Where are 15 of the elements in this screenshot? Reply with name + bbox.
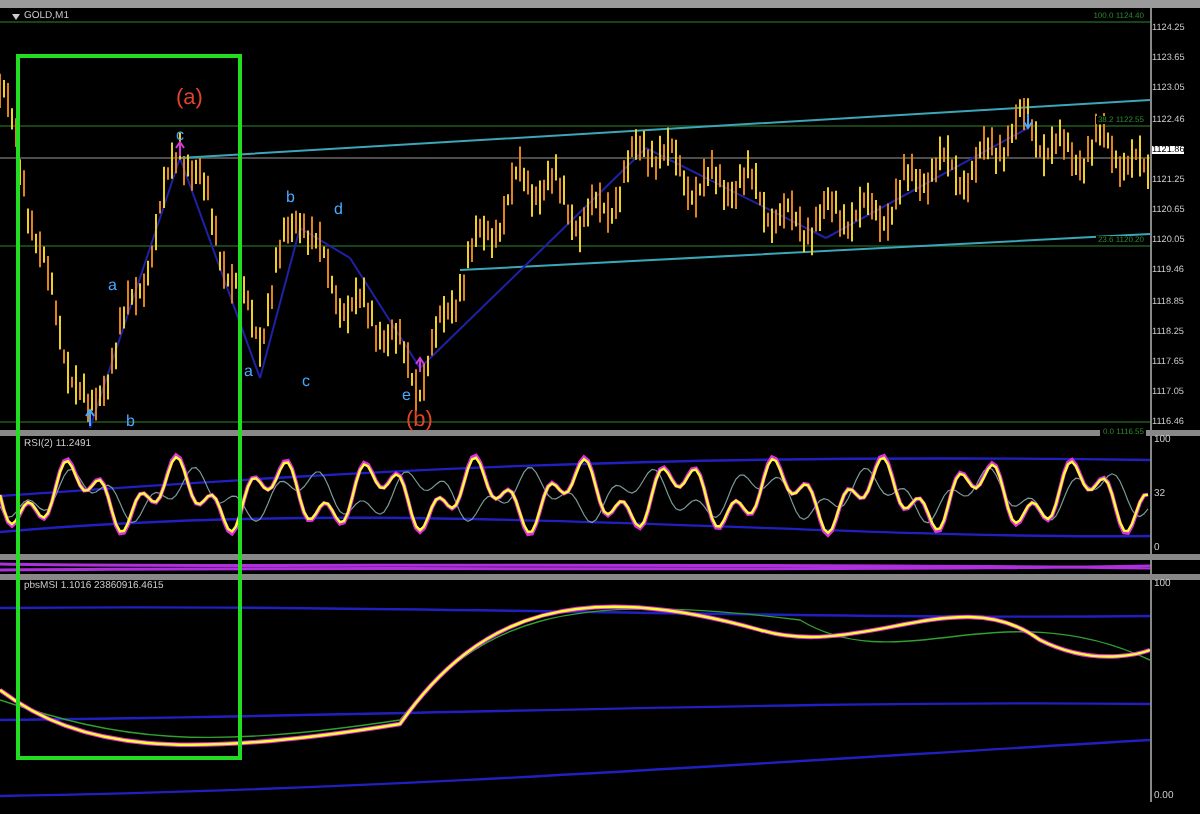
wave-label: c [176,128,184,144]
down-arrow-icon [1023,113,1033,130]
wave-label: (a) [176,88,203,110]
wave-label: (b) [406,410,433,432]
wave-label: b [126,414,135,430]
wave-label: a [108,278,117,294]
wave-label: b [286,190,295,206]
wave-label: a [244,364,253,380]
dropdown-icon[interactable] [12,14,20,20]
up-arrow-icon [415,356,425,373]
up-arrow-icon [85,408,95,427]
wave-label: d [334,202,343,218]
wave-label: c [302,374,310,390]
wave-label: e [402,388,411,404]
up-arrow-icon [175,140,185,157]
